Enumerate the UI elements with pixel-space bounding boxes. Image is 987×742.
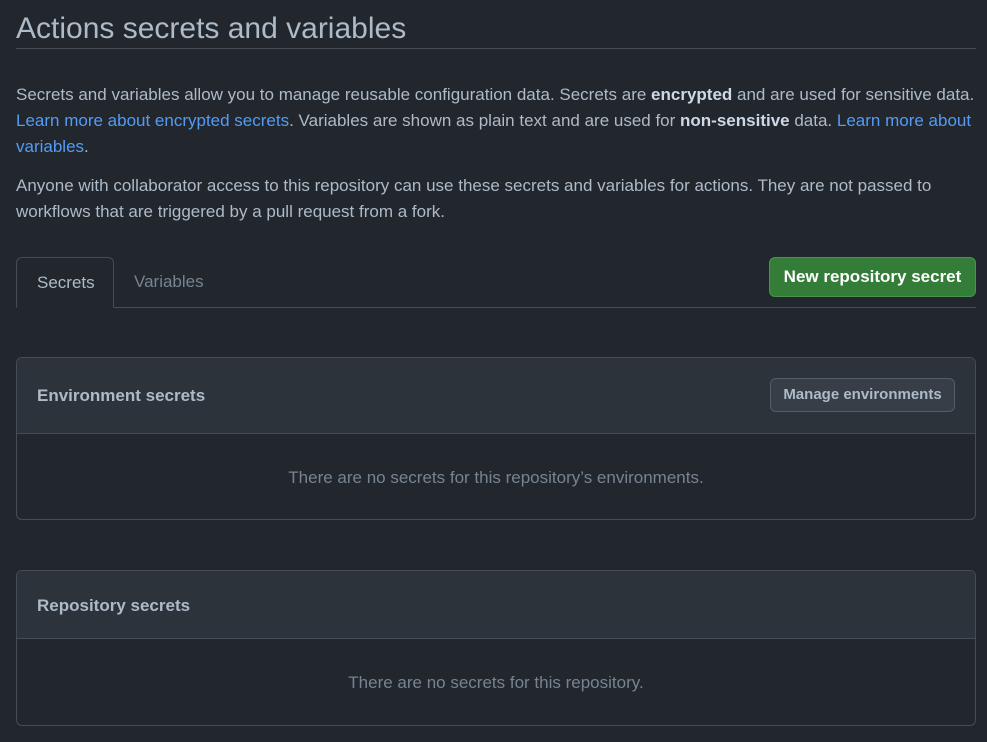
environment-secrets-box: Environment secrets Manage environments … — [16, 357, 976, 520]
collaborator-notice: Anyone with collaborator access to this … — [16, 176, 932, 221]
learn-more-secrets-link[interactable]: Learn more about encrypted secrets — [16, 111, 289, 130]
tab-variables[interactable]: Variables — [114, 257, 224, 307]
intro-text: . Variables are shown as plain text and … — [289, 111, 681, 130]
intro-text: and are used for sensitive data. — [732, 85, 975, 104]
repository-secrets-box: Repository secrets There are no secrets … — [16, 570, 976, 726]
environment-secrets-header: Environment secrets Manage environments — [17, 358, 975, 434]
settings-page: Actions secrets and variables Secrets an… — [16, 0, 976, 726]
repository-secrets-empty-message: There are no secrets for this repository… — [348, 673, 644, 692]
tab-bar: Secrets Variables New repository secret — [16, 257, 976, 308]
environment-secrets-empty-message: There are no secrets for this repository… — [288, 468, 704, 487]
manage-environments-button[interactable]: Manage environments — [770, 378, 955, 412]
intro-text: . — [84, 137, 89, 156]
environment-secrets-title: Environment secrets — [37, 386, 206, 405]
encrypted-emphasis: encrypted — [651, 85, 733, 104]
non-sensitive-emphasis: non-sensitive — [680, 111, 790, 130]
repository-secrets-header: Repository secrets — [17, 571, 975, 639]
tab-secrets[interactable]: Secrets — [16, 257, 114, 308]
intro-text: Secrets and variables allow you to manag… — [16, 85, 652, 104]
intro-text: data. — [789, 111, 837, 130]
intro-paragraph: Secrets and variables allow you to manag… — [16, 82, 976, 160]
repository-secrets-title: Repository secrets — [37, 596, 191, 615]
new-repository-secret-button[interactable]: New repository secret — [769, 257, 976, 297]
page-title: Actions secrets and variables — [16, 0, 976, 49]
